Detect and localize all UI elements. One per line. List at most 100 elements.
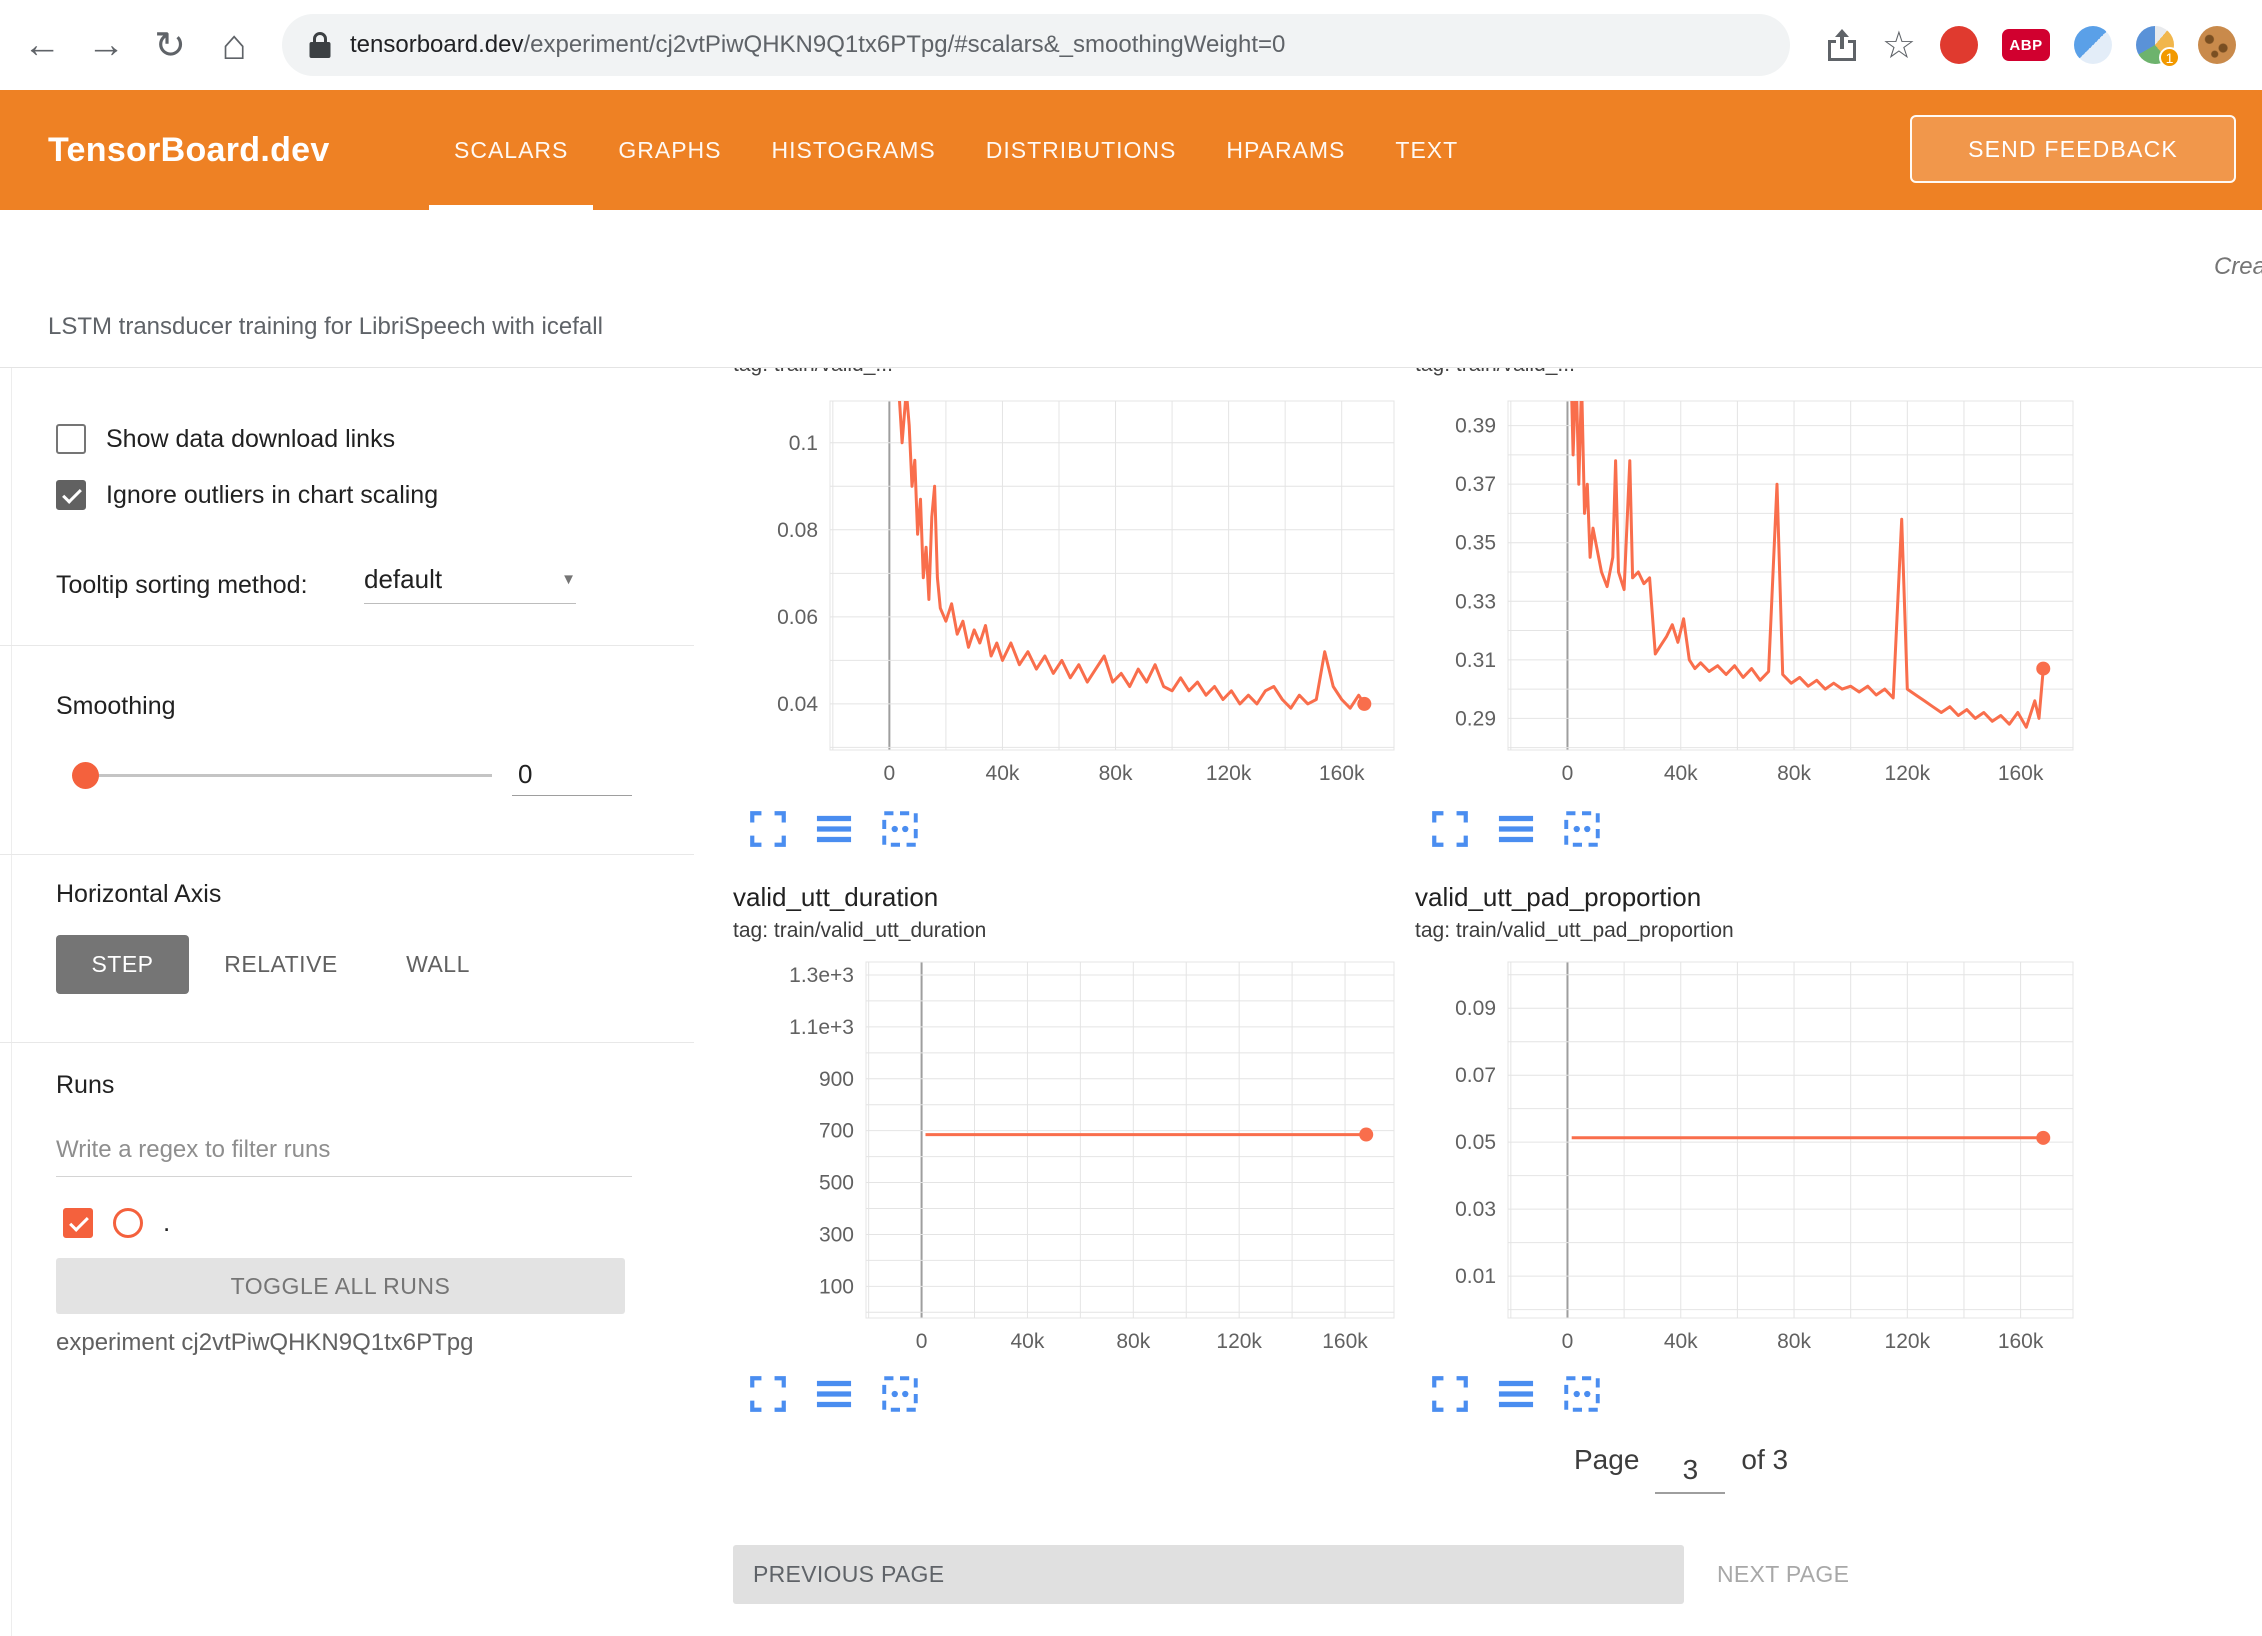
url-path: /experiment/cj2vtPiwQHKN9Q1tx6PTpg/#scal… (523, 31, 1285, 58)
adblock-extension-icon[interactable] (1940, 26, 1978, 64)
forward-button[interactable]: → (84, 18, 128, 72)
reload-button[interactable]: ↻ (148, 18, 192, 72)
tab-graphs[interactable]: GRAPHS (593, 90, 746, 210)
pagination: Page 3 of 3 (1574, 1442, 1788, 1494)
previous-page-button[interactable]: PREVIOUS PAGE (733, 1545, 1684, 1604)
show-download-label: Show data download links (106, 425, 395, 454)
expand-chart-button[interactable] (1429, 1373, 1471, 1415)
experiment-description: LSTM transducer training for LibriSpeech… (48, 313, 603, 341)
next-page-button[interactable]: NEXT PAGE (1717, 1545, 1849, 1604)
ignore-outliers-label: Ignore outliers in chart scaling (106, 481, 438, 510)
tab-hparams[interactable]: HPARAMS (1201, 90, 1370, 210)
tooltip-sorting-label: Tooltip sorting method: (56, 571, 308, 600)
svg-text:40k: 40k (1664, 1330, 1698, 1353)
svg-text:0.09: 0.09 (1455, 997, 1496, 1020)
svg-text:0.05: 0.05 (1455, 1131, 1496, 1154)
share-icon[interactable] (1826, 27, 1858, 63)
axis-step-button[interactable]: STEP (56, 935, 189, 994)
divider (0, 854, 694, 855)
tooltip-sorting-value: default (364, 564, 442, 595)
svg-text:0: 0 (916, 1330, 928, 1353)
chart-title: valid_utt_pad_proportion (1415, 882, 1701, 913)
slider-thumb[interactable] (72, 762, 99, 789)
fit-domain-button[interactable] (879, 1373, 921, 1415)
extension-badge: 1 (2159, 47, 2180, 68)
fit-domain-button[interactable] (879, 808, 921, 850)
chevron-down-icon: ▼ (561, 571, 576, 588)
abp-extension-icon[interactable]: ABP (2002, 29, 2050, 61)
ignore-outliers-checkbox[interactable] (56, 480, 86, 510)
horizontal-axis-label: Horizontal Axis (56, 880, 221, 909)
tab-distributions[interactable]: DISTRIBUTIONS (961, 90, 1202, 210)
expand-chart-button[interactable] (747, 808, 789, 850)
svg-text:120k: 120k (1206, 762, 1252, 785)
svg-text:160k: 160k (1322, 1330, 1368, 1353)
svg-text:0.39: 0.39 (1455, 415, 1496, 438)
tab-text[interactable]: TEXT (1370, 90, 1483, 210)
svg-text:40k: 40k (1664, 762, 1698, 785)
ignore-outliers-row: Ignore outliers in chart scaling (56, 480, 438, 510)
data-table-button[interactable] (1495, 1373, 1537, 1415)
tab-scalars[interactable]: SCALARS (429, 90, 593, 210)
pie-extension-icon[interactable]: 1 (2136, 26, 2174, 64)
svg-text:500: 500 (819, 1172, 854, 1195)
fit-domain-button[interactable] (1561, 808, 1603, 850)
data-table-button[interactable] (813, 1373, 855, 1415)
send-feedback-button[interactable]: SEND FEEDBACK (1910, 115, 2236, 183)
chart-plot[interactable]: 0.390.370.350.330.310.29040k80k120k160k (1415, 399, 2075, 793)
runs-filter-input[interactable] (56, 1136, 632, 1177)
chart-actions (1429, 808, 1603, 850)
run-checkbox[interactable] (63, 1208, 93, 1238)
nav-tabs: SCALARS GRAPHS HISTOGRAMS DISTRIBUTIONS … (429, 90, 1483, 210)
address-bar[interactable]: tensorboard.dev/experiment/cj2vtPiwQHKN9… (282, 14, 1790, 76)
axis-wall-button[interactable]: WALL (385, 935, 491, 994)
svg-text:160k: 160k (1998, 762, 2044, 785)
svg-text:160k: 160k (1319, 762, 1365, 785)
charts-main: tag: train/valid_... 0.10.080.060.04040k… (694, 368, 2262, 1636)
settings-sidebar: Show data download links Ignore outliers… (0, 368, 694, 1636)
svg-text:0.01: 0.01 (1455, 1265, 1496, 1288)
data-table-button[interactable] (813, 808, 855, 850)
svg-text:1.1e+3: 1.1e+3 (789, 1016, 854, 1039)
svg-text:80k: 80k (1099, 762, 1133, 785)
show-download-checkbox[interactable] (56, 424, 86, 454)
svg-text:80k: 80k (1777, 762, 1811, 785)
horizontal-axis-buttons: STEP RELATIVE WALL (0, 935, 694, 994)
smoothing-slider[interactable] (72, 754, 492, 796)
divider (0, 1042, 694, 1043)
fit-domain-button[interactable] (1561, 1373, 1603, 1415)
back-button[interactable]: ← (20, 18, 64, 72)
smoothing-value-input[interactable]: 0 (512, 759, 632, 796)
tooltip-sorting-select[interactable]: default ▼ (364, 564, 576, 604)
svg-text:0: 0 (884, 762, 896, 785)
svg-text:0.04: 0.04 (777, 693, 818, 716)
tab-histograms[interactable]: HISTOGRAMS (747, 90, 961, 210)
experiment-id-label: experiment cj2vtPiwQHKN9Q1tx6PTpg (56, 1329, 474, 1357)
svg-text:0.03: 0.03 (1455, 1198, 1496, 1221)
svg-text:120k: 120k (1885, 1330, 1931, 1353)
axis-relative-button[interactable]: RELATIVE (216, 935, 346, 994)
created-text-fragment: Crea (2214, 253, 2262, 281)
expand-chart-button[interactable] (1429, 808, 1471, 850)
chart-plot[interactable]: 0.090.070.050.030.01040k80k120k160k (1415, 960, 2075, 1361)
bookmark-star-icon[interactable]: ☆ (1882, 23, 1916, 68)
lock-icon (308, 30, 332, 60)
svg-text:0.07: 0.07 (1455, 1064, 1496, 1087)
cookie-extension-icon[interactable] (2198, 26, 2236, 64)
runs-label: Runs (56, 1071, 114, 1100)
svg-text:160k: 160k (1998, 1330, 2044, 1353)
chart-tag-clipped: tag: train/valid_... (733, 368, 1373, 380)
toggle-all-runs-button[interactable]: TOGGLE ALL RUNS (56, 1258, 625, 1314)
brand-title: TensorBoard.dev (48, 90, 330, 210)
expand-chart-button[interactable] (747, 1373, 789, 1415)
chart-plot[interactable]: 1.3e+31.1e+3900700500300100040k80k120k16… (733, 960, 1396, 1361)
page-number-input[interactable]: 3 (1655, 1454, 1725, 1494)
home-button[interactable]: ⌂ (212, 18, 256, 72)
blue-extension-icon[interactable] (2074, 26, 2112, 64)
run-color-swatch[interactable] (113, 1208, 143, 1238)
data-table-button[interactable] (1495, 808, 1537, 850)
svg-text:0.06: 0.06 (777, 606, 818, 629)
divider (0, 645, 694, 646)
chart-plot[interactable]: 0.10.080.060.04040k80k120k160k (733, 399, 1396, 793)
svg-text:0.35: 0.35 (1455, 532, 1496, 555)
